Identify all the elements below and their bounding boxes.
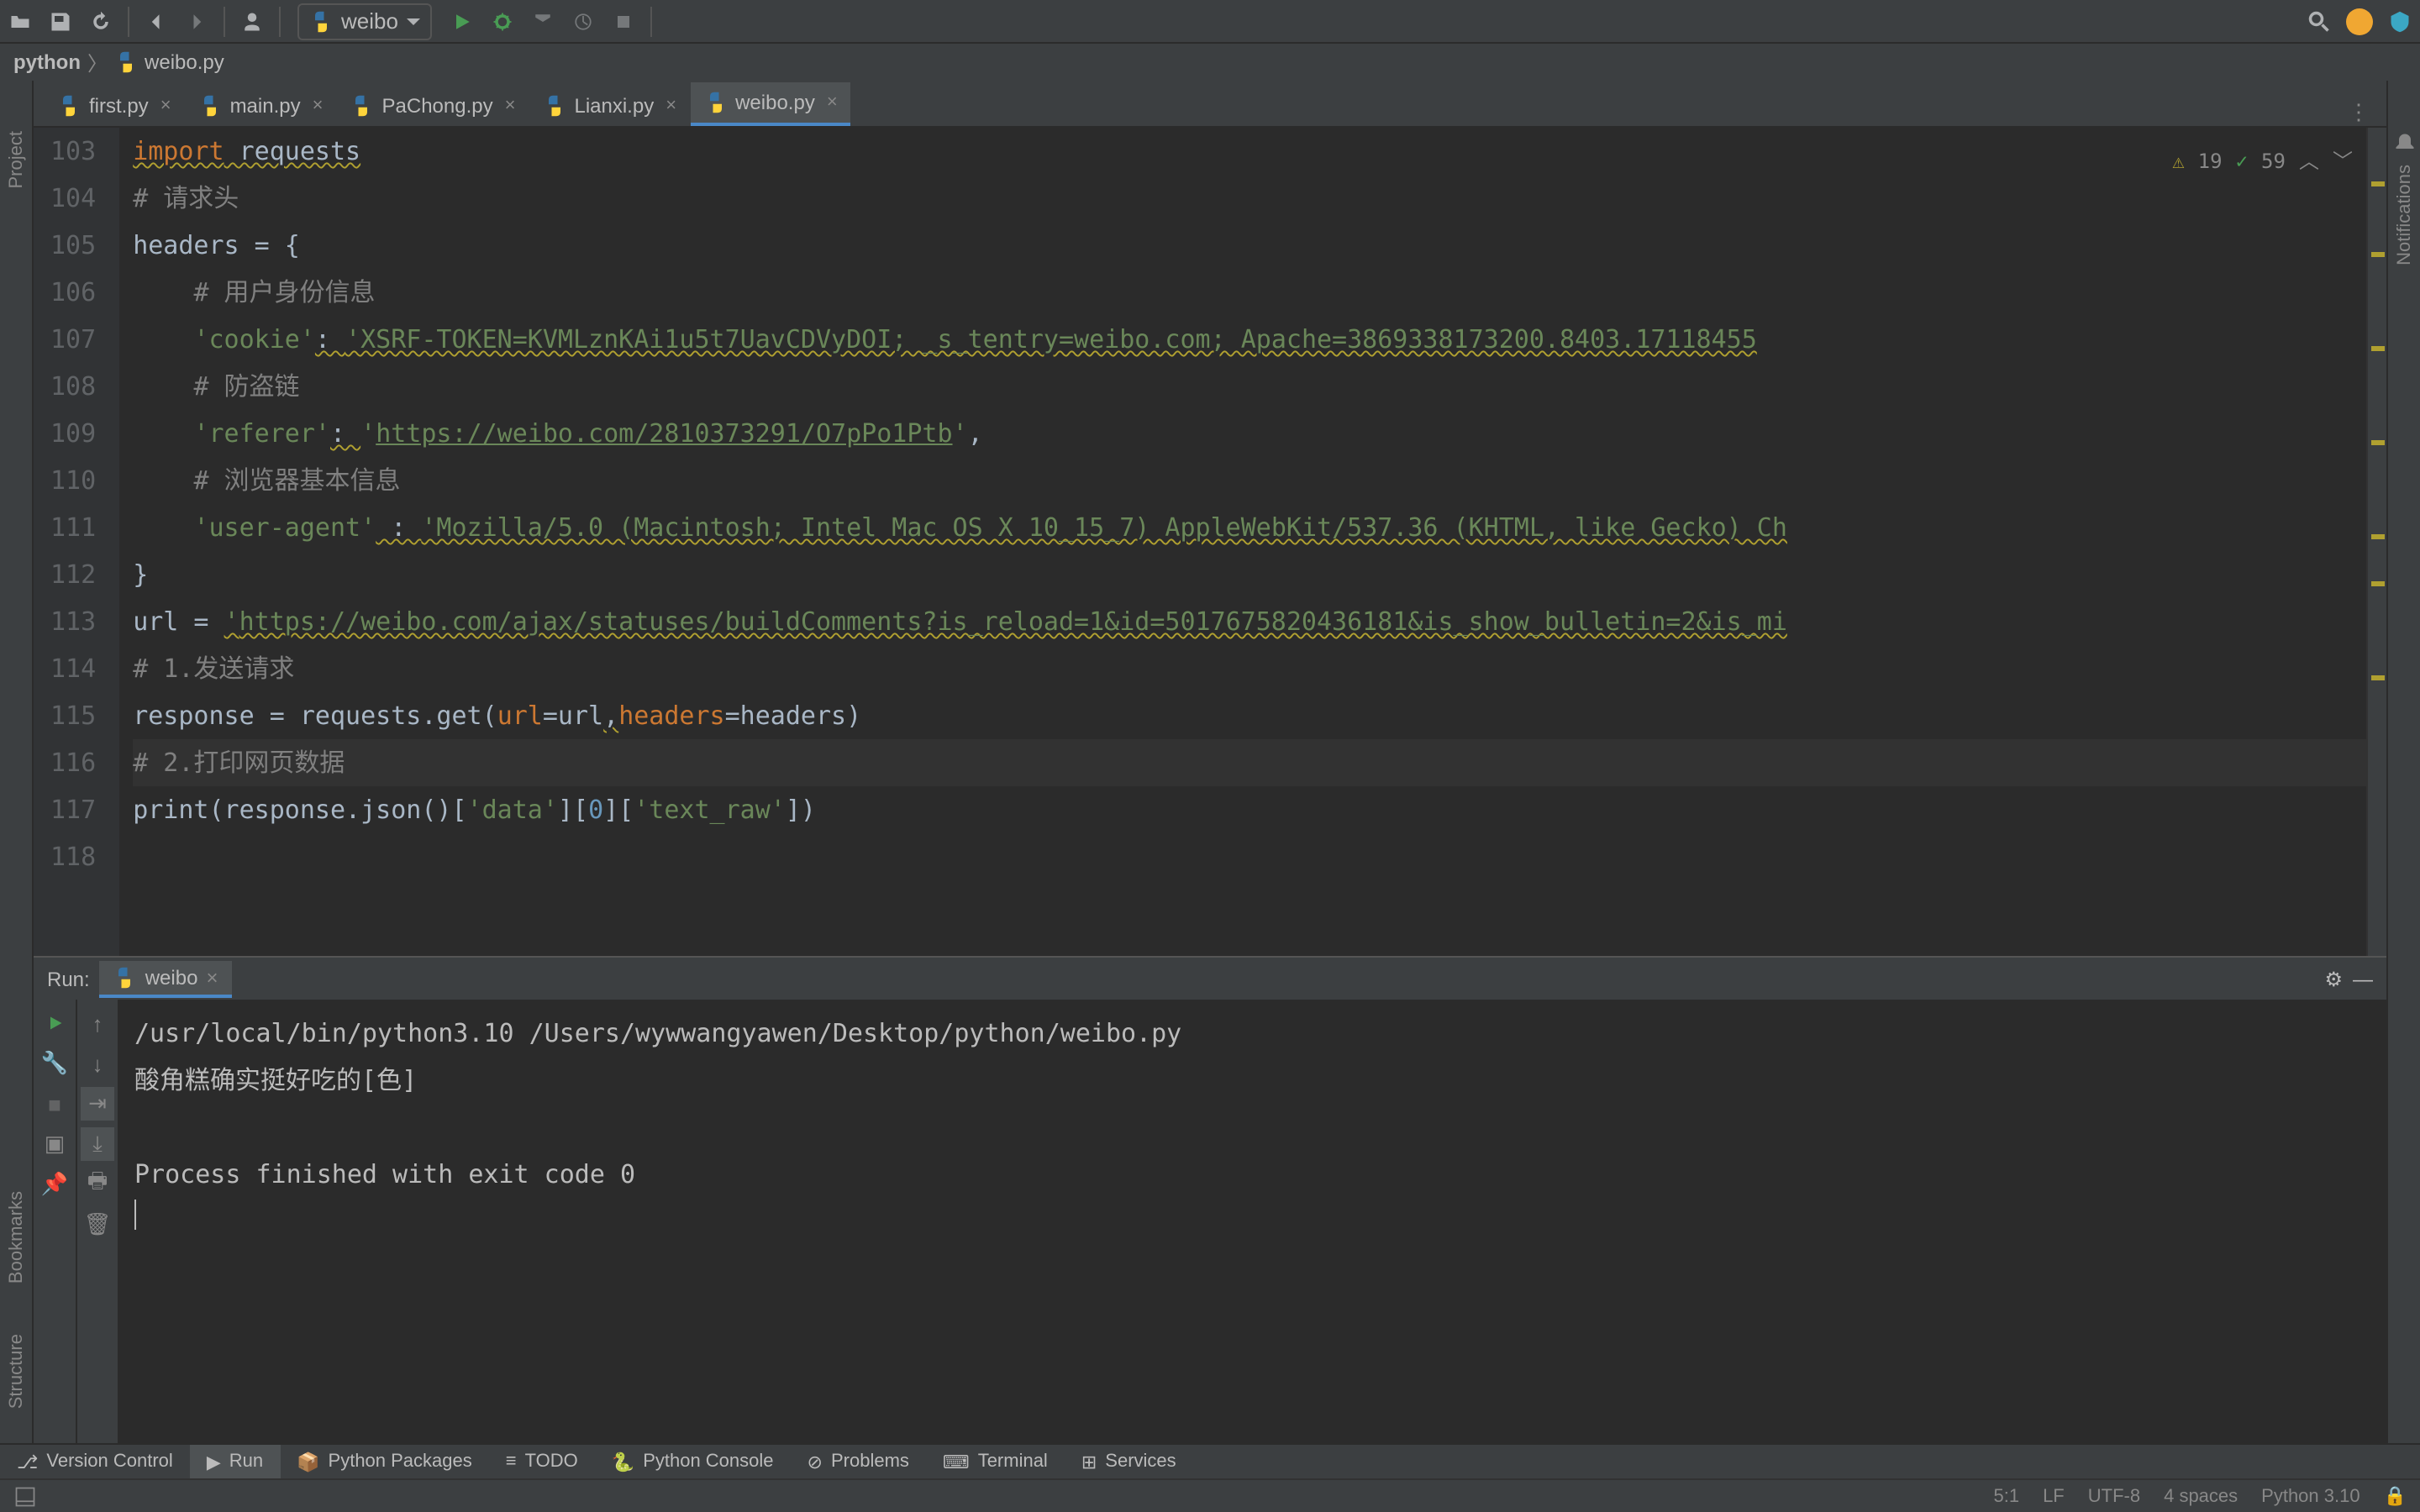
chevron-down-icon <box>407 14 420 28</box>
soft-wrap-icon[interactable]: ⇥ <box>81 1087 114 1121</box>
main-area: Project Bookmarks Structure first.py×mai… <box>0 81 2420 1443</box>
minimize-icon[interactable]: — <box>2353 967 2373 990</box>
bell-icon[interactable] <box>2392 131 2416 155</box>
reload-icon[interactable] <box>81 1 121 41</box>
pin-icon[interactable]: 📌 <box>38 1168 71 1201</box>
right-tool-strip: Notifications <box>2386 81 2420 1443</box>
tool-windows-icon[interactable] <box>13 1484 37 1508</box>
code-editor[interactable]: 1031041051061071081091101111121131141151… <box>34 128 2386 956</box>
next-icon[interactable]: ﹀ <box>2333 138 2353 185</box>
run-side-toolbar2: ↑ ↓ ⇥ ⤓ 🖶 🗑 <box>76 1000 118 1443</box>
python-interpreter[interactable]: Python 3.10 <box>2261 1486 2360 1506</box>
update-indicator[interactable] <box>2339 1 2380 41</box>
breadcrumb-file[interactable]: weibo.py <box>145 50 224 74</box>
breadcrumb: python 〉 weibo.py <box>0 44 2420 81</box>
close-icon[interactable]: × <box>160 96 171 116</box>
left-tool-strip: Project Bookmarks Structure <box>0 81 34 1443</box>
line-separator[interactable]: LF <box>2043 1486 2065 1506</box>
run-configuration-selector[interactable]: weibo <box>297 3 432 39</box>
editor-tabs: first.py×main.py×PaChong.py×Lianxi.py×we… <box>34 81 2386 128</box>
file-encoding[interactable]: UTF-8 <box>2088 1486 2140 1506</box>
editor-tab[interactable]: weibo.py× <box>690 82 851 126</box>
debug-button[interactable] <box>482 1 523 41</box>
search-icon[interactable] <box>2299 1 2339 41</box>
caret-position[interactable]: 5:1 <box>1993 1486 2019 1506</box>
trash-icon[interactable]: 🗑 <box>81 1208 114 1242</box>
bottom-tab[interactable]: ≡TODO <box>489 1445 595 1478</box>
bottom-tab[interactable]: ⌨Terminal <box>926 1445 1065 1478</box>
bottom-tool-bar: ⎇Version Control▶Run📦Python Packages≡TOD… <box>0 1443 2420 1478</box>
up-icon[interactable]: ↑ <box>81 1006 114 1040</box>
lock-icon[interactable]: 🔒 <box>2384 1485 2407 1507</box>
warning-count: 19 <box>2198 138 2223 185</box>
python-file-icon <box>114 50 138 74</box>
close-icon[interactable]: × <box>206 965 218 989</box>
indent-setting[interactable]: 4 spaces <box>2164 1486 2238 1506</box>
open-icon[interactable] <box>0 1 40 41</box>
run-button[interactable] <box>442 1 482 41</box>
run-header: Run: weibo × ⚙ — <box>34 958 2386 1000</box>
layout-icon[interactable]: ▣ <box>38 1127 71 1161</box>
code-content[interactable]: import requests# 请求头headers = { # 用户身份信息… <box>119 128 2366 956</box>
run-tab-label[interactable]: weibo <box>145 965 198 989</box>
print-icon[interactable]: 🖶 <box>81 1168 114 1201</box>
bookmarks-tool[interactable]: Bookmarks <box>6 1192 26 1284</box>
scroll-icon[interactable]: ⤓ <box>81 1127 114 1161</box>
close-icon[interactable]: × <box>666 96 676 116</box>
editor-tab[interactable]: first.py× <box>44 86 185 126</box>
rerun-icon[interactable] <box>38 1006 71 1040</box>
forward-icon[interactable] <box>176 1 217 41</box>
status-bar: 5:1 LF UTF-8 4 spaces Python 3.10 🔒 <box>0 1478 2420 1512</box>
passed-count: 59 <box>2261 138 2286 185</box>
console-output[interactable]: /usr/local/bin/python3.10 /Users/wywwang… <box>118 1000 2386 1443</box>
profile-icon[interactable] <box>563 1 603 41</box>
bottom-tab[interactable]: ⊞Services <box>1065 1445 1193 1478</box>
inspection-widget[interactable]: ⚠ 19 ✓ 59 ︿ ﹀ <box>2172 138 2353 185</box>
prev-icon[interactable]: ︿ <box>2299 138 2319 185</box>
close-icon[interactable]: × <box>313 96 324 116</box>
editor-area: first.py×main.py×PaChong.py×Lianxi.py×we… <box>34 81 2386 1443</box>
run-side-toolbar: 🔧 ■ ▣ 📌 <box>34 1000 76 1443</box>
breadcrumb-sep: 〉 <box>87 48 108 76</box>
stop-icon[interactable]: ■ <box>38 1087 71 1121</box>
python-file-icon <box>113 965 137 989</box>
breadcrumb-root[interactable]: python <box>13 50 81 74</box>
run-config-label: weibo <box>341 8 398 34</box>
bottom-tab[interactable]: 📦Python Packages <box>280 1445 489 1478</box>
warning-icon: ⚠ <box>2172 138 2184 185</box>
run-label: Run: <box>47 967 90 990</box>
tab-more-icon[interactable]: ⋮ <box>2331 99 2386 126</box>
line-gutter: 1031041051061071081091101111121131141151… <box>34 128 119 956</box>
wrench-icon[interactable]: 🔧 <box>38 1047 71 1080</box>
bottom-tab[interactable]: ▶Run <box>190 1445 280 1478</box>
close-icon[interactable]: × <box>505 96 516 116</box>
editor-tab[interactable]: main.py× <box>185 86 337 126</box>
stop-button[interactable] <box>603 1 644 41</box>
bottom-tab[interactable]: ⎇Version Control <box>0 1445 190 1478</box>
project-tool[interactable]: Project <box>6 131 26 189</box>
gear-icon[interactable]: ⚙ <box>2324 967 2343 990</box>
back-icon[interactable] <box>136 1 176 41</box>
notifications-tool[interactable]: Notifications <box>2394 165 2414 265</box>
run-tool-window: Run: weibo × ⚙ — 🔧 ■ ▣ 📌 <box>34 956 2386 1443</box>
bottom-tab[interactable]: ⊘Problems <box>791 1445 926 1478</box>
error-stripe[interactable] <box>2366 128 2386 956</box>
bottom-tab[interactable]: 🐍Python Console <box>595 1445 791 1478</box>
down-icon[interactable]: ↓ <box>81 1047 114 1080</box>
ide-badge[interactable] <box>2380 1 2420 41</box>
coverage-icon[interactable] <box>523 1 563 41</box>
close-icon[interactable]: × <box>827 92 838 113</box>
main-toolbar: weibo <box>0 0 2420 44</box>
user-icon[interactable] <box>232 1 272 41</box>
editor-tab[interactable]: Lianxi.py× <box>529 86 690 126</box>
check-icon: ✓ <box>2236 138 2248 185</box>
editor-tab[interactable]: PaChong.py× <box>337 86 529 126</box>
structure-tool[interactable]: Structure <box>6 1335 26 1410</box>
save-icon[interactable] <box>40 1 81 41</box>
